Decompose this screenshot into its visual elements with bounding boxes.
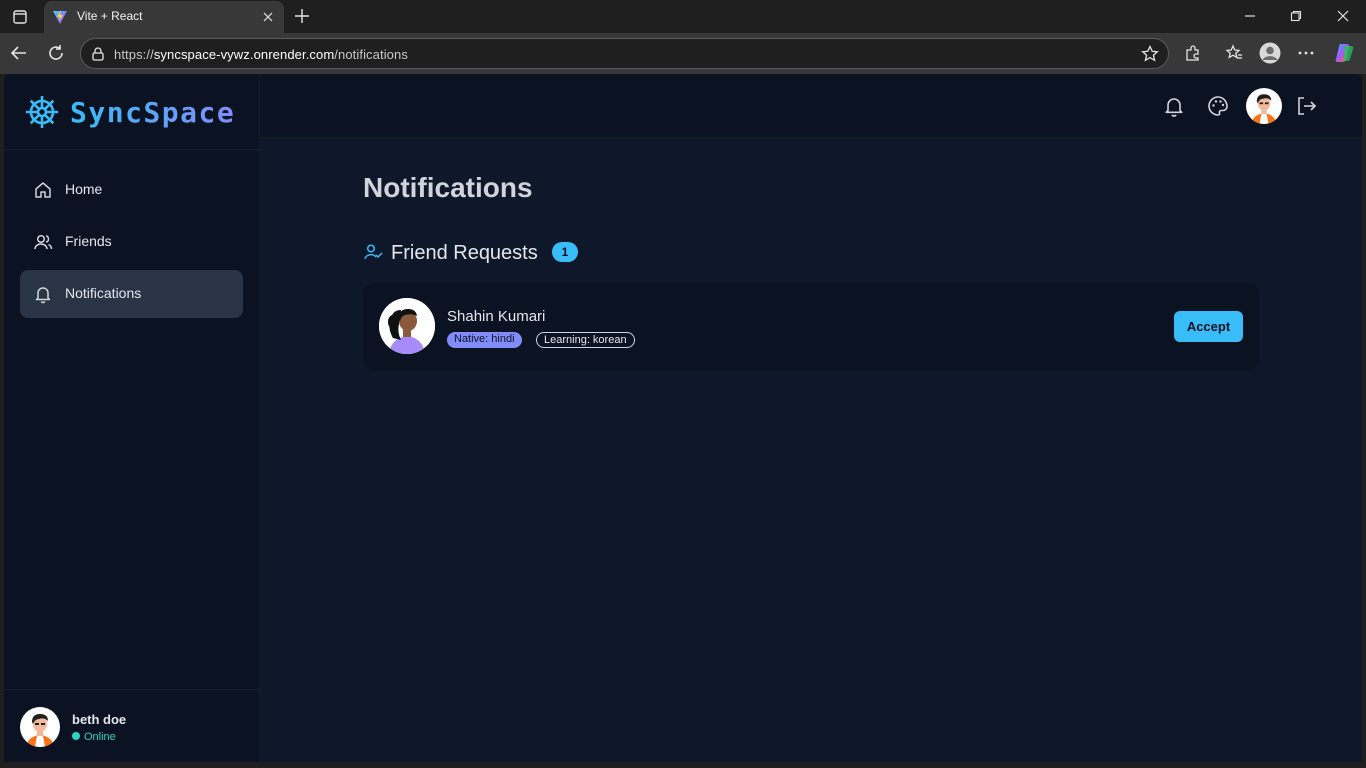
friend-request-card: Shahin Kumari Native: hindi Learning: ko…	[363, 282, 1259, 371]
sidebar-item-label: Home	[65, 181, 103, 197]
favorites-icon[interactable]	[1224, 43, 1244, 63]
new-tab-icon[interactable]	[292, 6, 312, 26]
extensions-icon[interactable]	[1183, 43, 1203, 63]
sidebar-item-friends[interactable]: Friends	[20, 218, 243, 266]
theme-palette-icon[interactable]	[1206, 94, 1230, 118]
more-options-icon[interactable]	[1296, 43, 1316, 63]
ship-wheel-icon	[24, 94, 60, 130]
user-footer[interactable]: beth doe Online	[4, 689, 260, 762]
url-path: /notifications	[334, 47, 408, 62]
sidebar-item-notifications[interactable]: Notifications	[20, 270, 243, 318]
minimize-icon[interactable]	[1238, 6, 1262, 26]
avatar	[20, 707, 60, 747]
user-check-icon	[363, 242, 383, 262]
close-window-icon[interactable]	[1331, 6, 1355, 26]
brand-name: SyncSpace	[70, 96, 236, 129]
url-text[interactable]: https://syncspace-vywz.onrender.com/noti…	[114, 47, 408, 62]
user-name: beth doe	[72, 712, 127, 727]
native-language-badge: Native: hindi	[447, 332, 522, 348]
page-title: Notifications	[363, 172, 533, 203]
brand[interactable]: SyncSpace	[4, 74, 260, 150]
address-bar[interactable]: https://syncspace-vywz.onrender.com/noti…	[80, 38, 1169, 69]
accept-button[interactable]: Accept	[1174, 311, 1243, 342]
tab-actions-icon[interactable]	[10, 7, 30, 27]
user-status: Online	[72, 731, 116, 743]
vite-logo-icon	[52, 9, 68, 25]
profile-avatar[interactable]	[1246, 88, 1282, 124]
sidebar-item-label: Notifications	[65, 285, 142, 301]
url-host: syncspace-vywz.onrender.com	[153, 47, 335, 62]
browser-tab-bar: Vite + React	[0, 0, 1366, 33]
bell-icon	[33, 284, 53, 304]
user-status-label: Online	[84, 731, 116, 743]
close-tab-icon[interactable]	[259, 8, 277, 26]
sidebar-item-home[interactable]: Home	[20, 166, 243, 214]
learning-language-badge: Learning: korean	[536, 332, 635, 348]
copilot-icon[interactable]	[1333, 42, 1355, 64]
notification-bell-icon[interactable]	[1162, 94, 1186, 118]
friend-requests-count-badge: 1	[552, 242, 578, 262]
online-status-dot	[72, 732, 80, 741]
users-icon	[33, 232, 53, 252]
tab-title: Vite + React	[77, 9, 143, 23]
app-sidebar: SyncSpace Home Friends Notifications bet…	[4, 74, 260, 762]
home-icon	[33, 180, 53, 200]
lock-icon[interactable]	[90, 46, 106, 62]
friend-requests-heading: Friend Requests	[391, 242, 538, 264]
favorite-star-icon[interactable]	[1141, 44, 1159, 63]
logout-icon[interactable]	[1294, 94, 1318, 118]
url-prefix: https://	[114, 47, 154, 62]
restore-icon[interactable]	[1284, 6, 1308, 26]
requester-name: Shahin Kumari	[447, 308, 546, 325]
browser-toolbar: https://syncspace-vywz.onrender.com/noti…	[0, 33, 1366, 74]
requester-avatar	[379, 298, 435, 354]
sidebar-item-label: Friends	[65, 233, 112, 249]
profile-icon[interactable]	[1259, 42, 1281, 64]
refresh-icon[interactable]	[46, 43, 66, 63]
back-icon[interactable]	[9, 43, 29, 63]
app-topbar	[260, 74, 1362, 138]
app-window: SyncSpace Home Friends Notifications bet…	[4, 74, 1362, 762]
browser-tab[interactable]: Vite + React	[44, 1, 284, 33]
